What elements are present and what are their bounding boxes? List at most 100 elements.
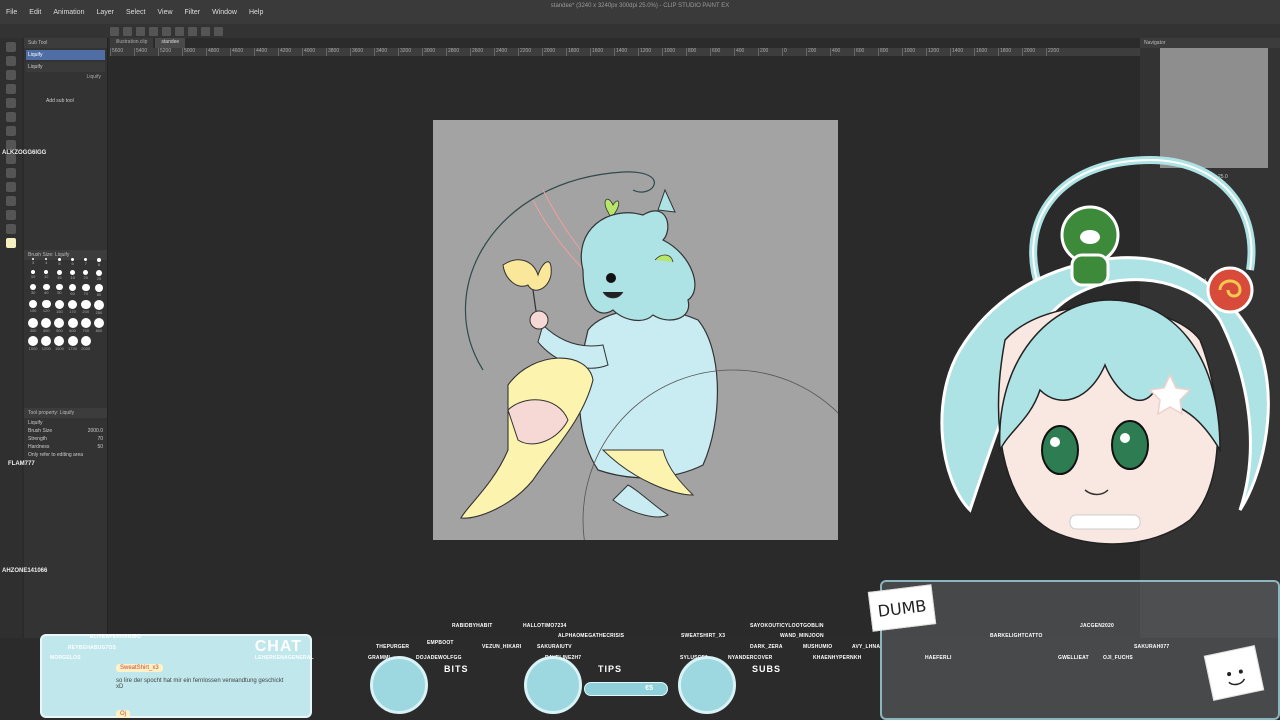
brush-size-preset[interactable]: 25 — [94, 269, 104, 281]
brush-size-preset[interactable]: 150 — [54, 299, 64, 315]
subtool-liquify-2[interactable]: Liquify — [26, 62, 105, 72]
brush-size-preset[interactable]: 500 — [54, 317, 65, 333]
menu-file[interactable]: File — [0, 9, 23, 16]
ruler-tick: 1400 — [950, 48, 974, 56]
brush-size-label: 1500 — [54, 345, 64, 351]
menu-help[interactable]: Help — [243, 9, 269, 16]
brush-size-preset[interactable]: 1000 — [28, 335, 39, 351]
strength-row[interactable]: Strength 70 — [28, 436, 103, 442]
brush-size-preset[interactable]: 7 — [81, 258, 91, 267]
brush-size-preset[interactable]: 4 — [41, 258, 51, 267]
ruler-tick: 3800 — [326, 48, 350, 56]
brush-size-grid: 3 4 5 6 7 8 10 12 15 18 20 25 30 40 50 60 70 80 100 120 150 1… — [28, 258, 104, 351]
eyedropper-icon[interactable] — [6, 84, 16, 94]
menu-animation[interactable]: Animation — [47, 9, 90, 16]
transform-icon[interactable] — [188, 26, 197, 36]
viewer-name: OJI_FUCHS — [1103, 655, 1133, 661]
brush-size-preset[interactable]: 600 — [67, 317, 78, 333]
only-refer-checkbox[interactable]: Only refer to editing area — [28, 452, 103, 458]
brush-size-preset[interactable]: 70 — [81, 283, 91, 297]
brush-size-preset[interactable]: 40 — [41, 283, 51, 297]
brush-size-value[interactable]: 2000.0 — [88, 428, 103, 434]
brush-size-preset[interactable]: 1500 — [54, 335, 65, 351]
brush-size-preset[interactable]: 1200 — [41, 335, 52, 351]
brush-size-label: Brush Size — [28, 428, 53, 434]
move-icon[interactable] — [6, 56, 16, 66]
tool-property-title: Tool property: Liquify — [24, 408, 107, 418]
pen-icon[interactable] — [6, 98, 16, 108]
brush-size-label: 50 — [57, 290, 62, 296]
ruler-icon[interactable] — [6, 224, 16, 234]
command-bar — [0, 24, 1280, 38]
new-icon[interactable] — [110, 26, 119, 36]
brush-size-preset[interactable]: 12 — [41, 269, 51, 281]
brush-size-preset[interactable]: 18 — [68, 269, 78, 281]
brush-size-preset[interactable]: 3 — [28, 258, 38, 267]
hardness-row[interactable]: Hardness 50 — [28, 444, 103, 450]
menu-bar: File Edit Animation Layer Select View Fi… — [0, 0, 1280, 24]
gradient-icon[interactable] — [6, 168, 16, 178]
brush-size-preset[interactable]: 200 — [80, 299, 91, 315]
menu-select[interactable]: Select — [120, 9, 151, 16]
save-icon[interactable] — [136, 26, 145, 36]
brush-size-preset[interactable]: 20 — [81, 269, 91, 281]
ruler-tick: 4200 — [278, 48, 302, 56]
strength-value[interactable]: 70 — [97, 436, 103, 442]
balloon-icon[interactable] — [6, 210, 16, 220]
menu-layer[interactable]: Layer — [90, 9, 120, 16]
deselect-icon[interactable] — [201, 26, 210, 36]
brush-size-preset[interactable]: 300 — [28, 317, 39, 333]
shape-icon[interactable] — [6, 182, 16, 192]
liquify-icon[interactable] — [6, 140, 16, 150]
chat-username[interactable]: SweatShirt_x3 — [116, 664, 163, 672]
brush-size-preset[interactable]: 50 — [54, 283, 64, 297]
brush-size-preset[interactable]: 800 — [93, 317, 104, 333]
menu-edit[interactable]: Edit — [23, 9, 47, 16]
menu-view[interactable]: View — [151, 9, 178, 16]
menu-filter[interactable]: Filter — [179, 9, 207, 16]
brush-size-preset[interactable]: 400 — [41, 317, 52, 333]
brush-size-preset[interactable]: 10 — [28, 269, 38, 281]
illustration — [460, 171, 884, 671]
undo-icon[interactable] — [149, 26, 158, 36]
zoom-icon[interactable] — [6, 42, 16, 52]
brush-size-preset[interactable]: 120 — [41, 299, 51, 315]
tool-property-name: Liquify — [28, 420, 103, 426]
ruler-tick: 5200 — [158, 48, 182, 56]
settings-icon[interactable] — [214, 26, 223, 36]
clip-studio-window: File Edit Animation Layer Select View Fi… — [0, 0, 1280, 720]
eraser-icon[interactable] — [6, 126, 16, 136]
brush-size-preset[interactable]: 2000 — [80, 335, 91, 351]
viewer-name: THEPURGER — [376, 644, 410, 650]
brush-size-preset[interactable]: 15 — [54, 269, 64, 281]
artboard[interactable] — [433, 120, 884, 671]
brush-size-preset[interactable]: 6 — [68, 258, 78, 267]
brush-size-row[interactable]: Brush Size 2000.0 — [28, 428, 103, 434]
menu-window[interactable]: Window — [206, 9, 243, 16]
brush-size-preset[interactable]: 250 — [93, 299, 104, 315]
brush-size-preset[interactable]: 5 — [54, 258, 64, 267]
color-swatch-icon[interactable] — [6, 238, 16, 248]
lasso-icon[interactable] — [6, 70, 16, 80]
redo-icon[interactable] — [162, 26, 171, 36]
brush-size-preset[interactable]: 30 — [28, 283, 38, 297]
brush-dot-icon — [67, 317, 78, 328]
tab-illustration[interactable]: illustration.clip — [110, 38, 154, 48]
brush-size-preset[interactable]: 170 — [67, 299, 78, 315]
tab-standee[interactable]: standee — [155, 38, 186, 48]
brush-size-preset[interactable]: 8 — [94, 258, 104, 267]
ruler-tick: 2200 — [518, 48, 542, 56]
brush-size-preset[interactable]: 1700 — [67, 335, 78, 351]
open-icon[interactable] — [123, 26, 132, 36]
text-icon[interactable] — [6, 196, 16, 206]
brush-size-preset[interactable]: 100 — [28, 299, 38, 315]
brush-size-preset[interactable]: 700 — [80, 317, 91, 333]
brush-size-preset[interactable]: 60 — [68, 283, 78, 297]
add-sub-tool-button[interactable]: Add sub tool — [46, 98, 107, 104]
hardness-value[interactable]: 50 — [97, 444, 103, 450]
subtool-liquify[interactable]: Liquify — [26, 50, 105, 60]
brush-size-preset[interactable]: 80 — [94, 283, 104, 297]
brush-icon[interactable] — [6, 112, 16, 122]
clear-icon[interactable] — [175, 26, 184, 36]
ruler-tick: 1800 — [998, 48, 1022, 56]
